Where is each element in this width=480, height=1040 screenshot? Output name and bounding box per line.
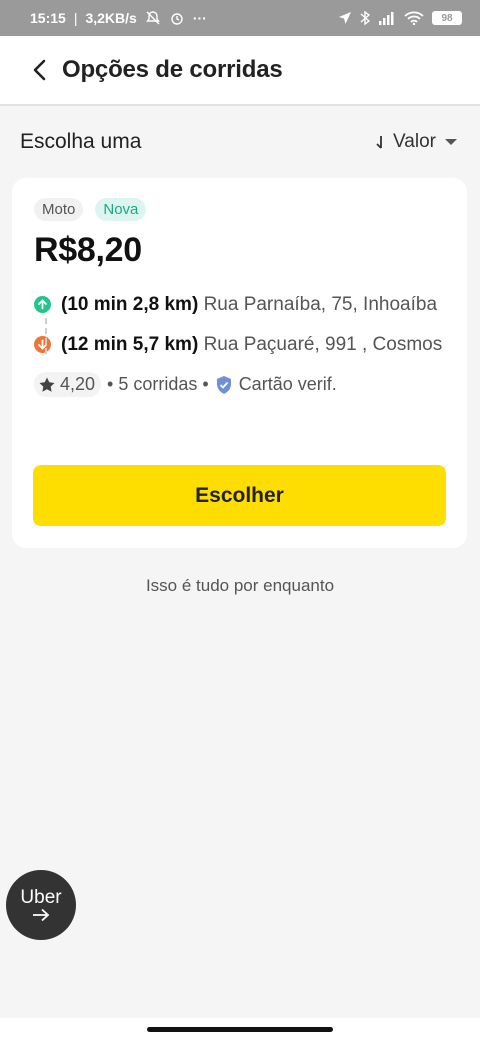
home-gesture-handle[interactable] xyxy=(147,1027,333,1032)
dropoff-stop: (12 min 5,7 km) Rua Paçuaré, 991 , Cosmo… xyxy=(34,332,445,358)
rating-value: 4,20 xyxy=(60,374,96,394)
back-arrow-icon xyxy=(33,59,46,81)
vehicle-type-badge: Moto xyxy=(34,198,84,221)
ride-price: R$8,20 xyxy=(34,231,142,269)
page-title: Opções de corridas xyxy=(62,56,283,83)
wifi-icon xyxy=(404,11,424,25)
sort-label: Valor xyxy=(393,131,436,152)
sort-dropdown[interactable]: Valor xyxy=(375,131,458,153)
status-bar: 15:15 | 3,2KB/s ··· 98 xyxy=(0,0,480,36)
status-speed: 3,2KB/s xyxy=(85,10,137,26)
notification-off-icon xyxy=(145,10,161,26)
passenger-info: 4,20 • 5 corridas • Cartão verif. xyxy=(34,372,445,397)
pickup-address: Rua Parnaíba, 75, Inhoaíba xyxy=(203,294,438,315)
sort-descending-icon xyxy=(376,136,382,149)
rating-badge: 4,20 xyxy=(34,372,102,397)
back-button[interactable] xyxy=(24,55,54,85)
chevron-down-icon xyxy=(445,139,457,145)
route-connector xyxy=(45,318,47,354)
system-nav-bar xyxy=(0,1018,480,1040)
route-stops: (10 min 2,8 km) Rua Parnaíba, 75, Inhoaí… xyxy=(34,292,445,358)
status-more-dots: ··· xyxy=(192,10,207,26)
pickup-eta: (10 min 2,8 km) xyxy=(61,294,199,315)
sort-row: Escolha uma Valor xyxy=(0,120,480,164)
status-separator: | xyxy=(73,10,78,26)
pickup-arrow-icon xyxy=(34,296,51,313)
uber-bubble-label: Uber xyxy=(20,887,62,908)
dropoff-address: Rua Paçuaré, 991 , Cosmos xyxy=(203,334,443,355)
battery-icon: 98 xyxy=(432,11,462,25)
dropoff-eta: (12 min 5,7 km) xyxy=(61,334,199,355)
status-time: 15:15 xyxy=(30,10,66,26)
pickup-stop: (10 min 2,8 km) Rua Parnaíba, 75, Inhoaí… xyxy=(34,292,445,318)
payment-status: Cartão verif. xyxy=(238,374,337,394)
alarm-icon xyxy=(169,10,185,26)
ride-offer-card[interactable]: Moto Nova R$8,20 (10 min 2,8 km) Rua Par… xyxy=(12,178,467,548)
signal-icon xyxy=(378,11,396,25)
section-title: Escolha uma xyxy=(20,130,142,153)
rides-count: • 5 corridas • xyxy=(107,374,209,394)
choose-button[interactable]: Escolher xyxy=(33,465,446,526)
top-app-bar: Opções de corridas xyxy=(0,36,480,106)
uber-floating-bubble[interactable]: Uber xyxy=(6,870,76,940)
arrow-right-icon xyxy=(33,908,50,922)
star-icon xyxy=(39,377,55,392)
new-badge: Nova xyxy=(95,198,147,221)
location-icon xyxy=(338,11,352,25)
bluetooth-icon xyxy=(360,10,370,26)
dropoff-arrow-icon xyxy=(34,336,51,353)
end-of-list-message: Isso é tudo por enquanto xyxy=(145,576,335,595)
verified-shield-icon xyxy=(216,375,231,394)
